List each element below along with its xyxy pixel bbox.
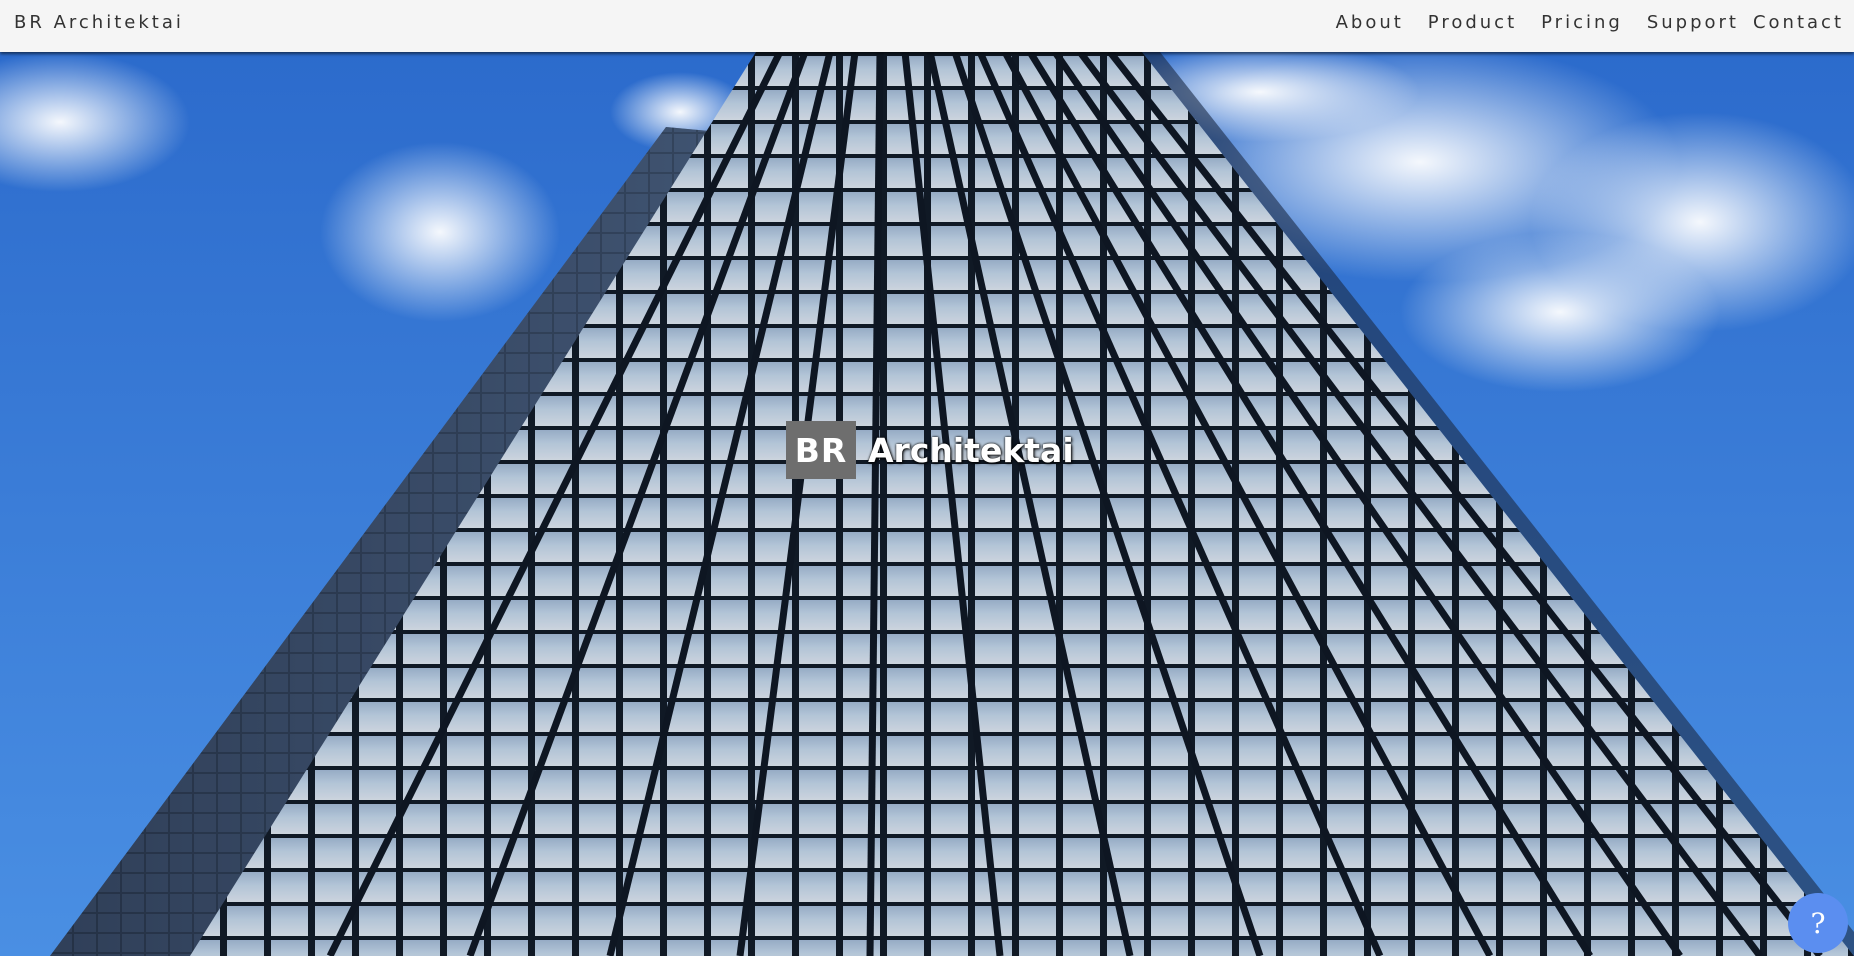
question-icon: ?	[1810, 906, 1826, 940]
nav-pricing[interactable]: Pricing	[1541, 12, 1623, 33]
nav-product[interactable]: Product	[1428, 12, 1517, 33]
nav-about[interactable]: About	[1336, 12, 1404, 33]
hero-logo: BR Architektai	[786, 421, 1074, 479]
help-button[interactable]: ?	[1788, 893, 1848, 953]
top-navbar: BR Architektai About Product Pricing Sup…	[0, 0, 1854, 52]
nav-support[interactable]: Support	[1647, 12, 1739, 33]
logo-text: Architektai	[868, 430, 1074, 470]
brand-link[interactable]: BR Architektai	[14, 12, 184, 33]
hero-section	[0, 52, 1854, 956]
nav-contact[interactable]: Contact	[1753, 12, 1844, 33]
hero-background-image	[0, 52, 1854, 956]
logo-box: BR	[786, 421, 856, 479]
main-nav: About Product Pricing Support Contact	[1322, 12, 1844, 33]
